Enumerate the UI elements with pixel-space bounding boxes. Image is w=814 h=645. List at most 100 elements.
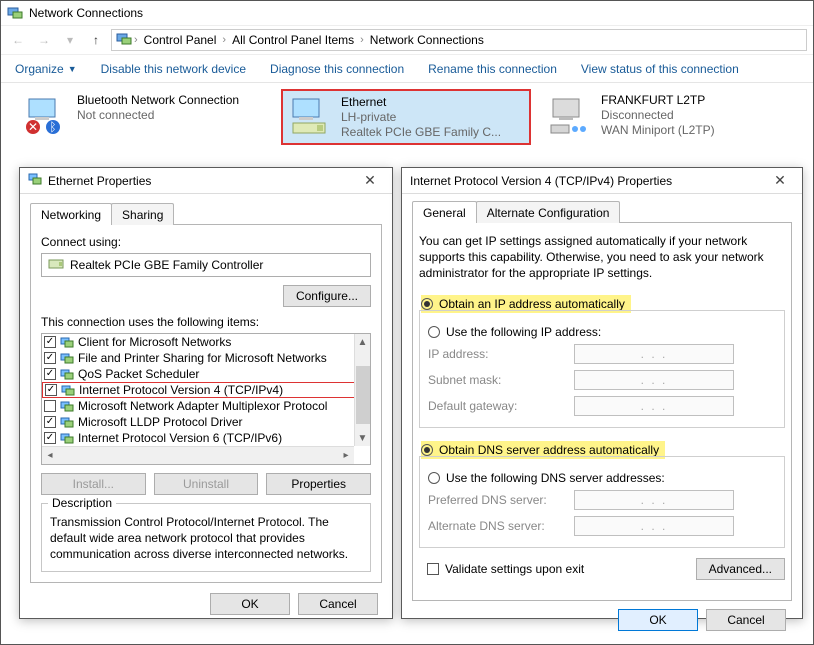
chevron-right-icon: › [360, 34, 364, 46]
address-bar: ← → ▾ ↑ › Control Panel › All Control Pa… [1, 25, 813, 55]
checkbox[interactable]: ✓ [44, 352, 56, 364]
tab-general[interactable]: General [412, 201, 477, 223]
tab-alternate-configuration[interactable]: Alternate Configuration [476, 201, 621, 223]
adapter-name: Realtek PCIe GBE Family Controller [70, 258, 263, 272]
component-item[interactable]: ✓ Client for Microsoft Networks [42, 334, 370, 350]
checkbox[interactable]: ✓ [44, 336, 56, 348]
configure-button[interactable]: Configure... [283, 285, 371, 307]
component-label: File and Printer Sharing for Microsoft N… [78, 351, 327, 365]
scroll-right-icon[interactable]: ▸ [338, 450, 354, 461]
component-item[interactable]: ✓Internet Protocol Version 6 (TCP/IPv6) [42, 430, 370, 446]
scrollbar-vertical[interactable]: ▲▼ [354, 334, 370, 446]
svg-text:ᛒ: ᛒ [49, 120, 56, 134]
ip-group: Use the following IP address: IP address… [419, 310, 785, 428]
breadcrumb[interactable]: › Control Panel › All Control Panel Item… [111, 29, 807, 51]
radio-use-following-dns[interactable]: Use the following DNS server addresses: [428, 469, 776, 487]
components-listbox[interactable]: ✓ Client for Microsoft Networks ✓ File and … [41, 333, 371, 465]
nav-forward-button[interactable]: → [33, 29, 55, 51]
ok-button[interactable]: OK [210, 593, 290, 615]
dialog-titlebar: Ethernet Properties ✕ [20, 168, 392, 194]
checkbox[interactable]: ✓ [44, 368, 56, 380]
advanced-button[interactable]: Advanced... [696, 558, 785, 580]
breadcrumb-seg[interactable]: Network Connections [366, 33, 488, 47]
component-label: Microsoft Network Adapter Multiplexor Pr… [78, 399, 327, 413]
component-icon [60, 432, 74, 444]
view-status-link[interactable]: View status of this connection [581, 62, 739, 76]
diagnose-link[interactable]: Diagnose this connection [270, 62, 404, 76]
radio-label: Use the following DNS server addresses: [446, 471, 665, 485]
scroll-thumb[interactable] [356, 366, 370, 424]
connection-detail: WAN Miniport (L2TP) [601, 123, 715, 138]
window-title: Network Connections [29, 6, 143, 20]
ipv4-properties-dialog: Internet Protocol Version 4 (TCP/IPv4) P… [401, 167, 803, 619]
organize-menu[interactable]: Organize ▼ [15, 62, 77, 76]
close-button[interactable]: ✕ [766, 172, 794, 189]
titlebar: Network Connections [1, 1, 813, 25]
component-icon [60, 336, 74, 348]
cancel-button[interactable]: Cancel [298, 593, 378, 615]
scroll-left-icon[interactable]: ◂ [42, 450, 58, 461]
connection-item-bluetooth[interactable]: ✕ᛒ Bluetooth Network Connection Not conn… [19, 89, 269, 145]
component-item[interactable]: ✓Microsoft LLDP Protocol Driver [42, 414, 370, 430]
rename-link[interactable]: Rename this connection [428, 62, 557, 76]
adapter-icon [547, 93, 593, 139]
nav-back-button[interactable]: ← [7, 29, 29, 51]
cancel-button[interactable]: Cancel [706, 609, 786, 631]
radio-label: Obtain an IP address automatically [439, 297, 625, 311]
subnet-label: Subnet mask: [428, 373, 566, 387]
adapter-icon: ✕ᛒ [23, 93, 69, 139]
connect-using-label: Connect using: [41, 235, 371, 249]
connection-name: Ethernet [341, 95, 501, 110]
tab-sharing[interactable]: Sharing [111, 203, 174, 225]
connection-status: LH-private [341, 110, 501, 125]
component-item[interactable]: ✓ File and Printer Sharing for Microsoft … [42, 350, 370, 366]
component-item[interactable]: ✓QoS Packet Scheduler [42, 366, 370, 382]
scrollbar-horizontal[interactable]: ◂▸ [42, 446, 354, 464]
nic-icon [48, 257, 64, 274]
gateway-input: . . . [574, 396, 734, 416]
nav-recent-button[interactable]: ▾ [59, 29, 81, 51]
component-label: Internet Protocol Version 4 (TCP/IPv4) [79, 383, 283, 397]
checkbox[interactable]: ✓ [45, 384, 57, 396]
command-bar: Organize ▼ Disable this network device D… [1, 55, 813, 83]
connection-name: Bluetooth Network Connection [77, 93, 239, 108]
validate-checkbox[interactable]: Validate settings upon exit [427, 562, 584, 576]
component-item[interactable]: Microsoft Network Adapter Multiplexor Pr… [42, 398, 370, 414]
component-item[interactable]: ✓ Internet Protocol Version 4 (TCP/IPv4) [42, 382, 370, 398]
subnet-input: . . . [574, 370, 734, 390]
svg-text:✕: ✕ [28, 120, 38, 134]
breadcrumb-seg[interactable]: Control Panel [140, 33, 221, 47]
checkbox[interactable]: ✓ [44, 416, 56, 428]
install-button[interactable]: Install... [41, 473, 146, 495]
chevron-down-icon: ▼ [68, 64, 77, 74]
connection-detail: Realtek PCIe GBE Family C... [341, 125, 501, 140]
connection-name: FRANKFURT L2TP [601, 93, 715, 108]
connections-list: ✕ᛒ Bluetooth Network Connection Not conn… [1, 83, 813, 151]
radio-use-following-ip[interactable]: Use the following IP address: [428, 323, 776, 341]
tab-page-networking: Connect using: Realtek PCIe GBE Family C… [30, 225, 382, 583]
preferred-dns-input: . . . [574, 490, 734, 510]
scroll-down-icon[interactable]: ▼ [358, 430, 368, 446]
properties-button[interactable]: Properties [266, 473, 371, 495]
connection-item-frankfurt[interactable]: FRANKFURT L2TP Disconnected WAN Miniport… [543, 89, 793, 145]
ip-address-input: . . . [574, 344, 734, 364]
description-group: Description Transmission Control Protoco… [41, 503, 371, 572]
ok-button[interactable]: OK [618, 609, 698, 631]
connection-status: Disconnected [601, 108, 715, 123]
connection-item-ethernet[interactable]: Ethernet LH-private Realtek PCIe GBE Fam… [281, 89, 531, 145]
scroll-up-icon[interactable]: ▲ [358, 334, 368, 350]
preferred-dns-label: Preferred DNS server: [428, 493, 566, 507]
description-text: You can get IP settings assigned automat… [419, 233, 785, 282]
connection-status: Not connected [77, 108, 239, 123]
close-button[interactable]: ✕ [356, 172, 384, 189]
breadcrumb-seg[interactable]: All Control Panel Items [228, 33, 358, 47]
nav-up-button[interactable]: ↑ [85, 29, 107, 51]
adapter-box: Realtek PCIe GBE Family Controller [41, 253, 371, 277]
checkbox[interactable] [44, 400, 56, 412]
tab-networking[interactable]: Networking [30, 203, 112, 225]
component-label: Client for Microsoft Networks [78, 335, 231, 349]
disable-device-link[interactable]: Disable this network device [101, 62, 246, 76]
uninstall-button[interactable]: Uninstall [154, 473, 259, 495]
checkbox[interactable]: ✓ [44, 432, 56, 444]
tabs: Networking Sharing [30, 202, 382, 225]
